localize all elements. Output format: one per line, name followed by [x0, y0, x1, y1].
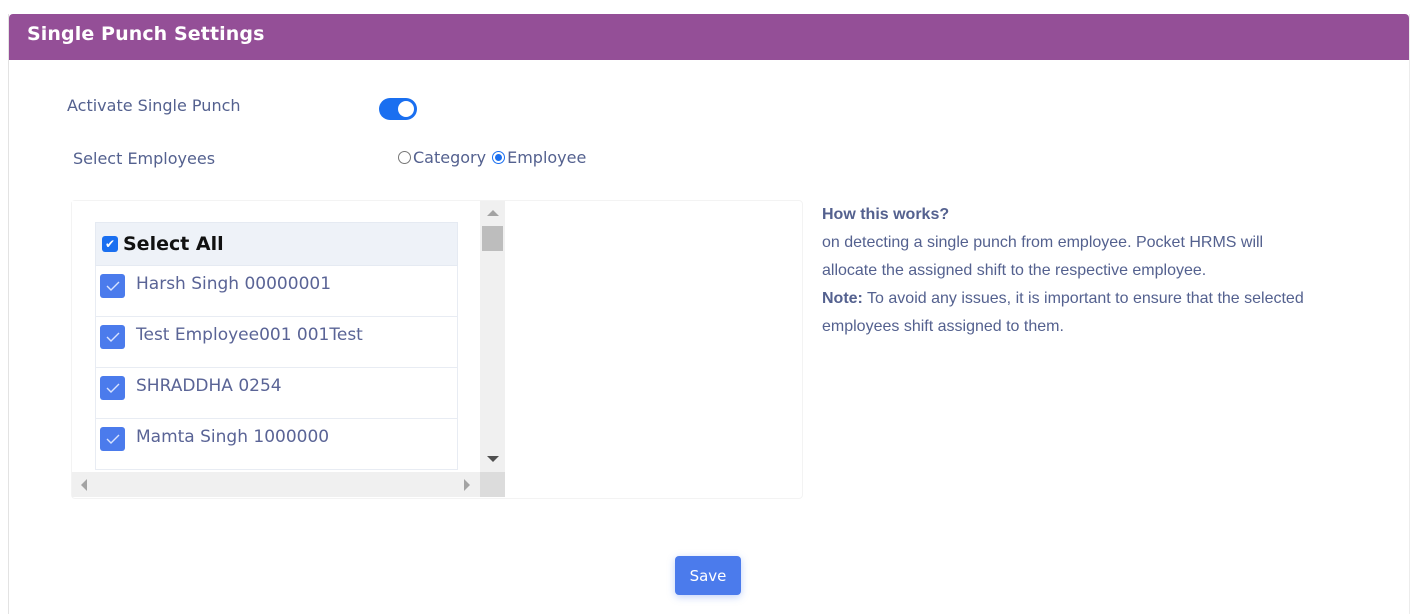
- horizontal-scrollbar[interactable]: [72, 472, 480, 497]
- activate-single-punch-toggle[interactable]: [379, 98, 417, 120]
- list-item[interactable]: Harsh Singh 00000001: [95, 266, 458, 317]
- how-it-works-heading: How this works?: [822, 206, 950, 223]
- vertical-scroll-thumb[interactable]: [482, 226, 503, 251]
- employee-checkbox[interactable]: [100, 274, 125, 298]
- category-radio-label[interactable]: Category: [413, 148, 486, 167]
- list-item[interactable]: SHRADDHA 0254: [95, 368, 458, 419]
- card-header: Single Punch Settings: [9, 14, 1409, 60]
- category-radio[interactable]: [398, 151, 411, 164]
- employee-checkbox[interactable]: [100, 427, 125, 451]
- check-icon: [106, 383, 119, 393]
- employee-checkbox[interactable]: [100, 325, 125, 349]
- employee-name: Test Employee001 001Test: [136, 325, 363, 345]
- note-text: To avoid any issues, it is important to …: [862, 290, 1304, 307]
- note-label: Note:: [822, 290, 863, 307]
- employee-name: Harsh Singh 00000001: [136, 274, 332, 294]
- scrollbar-corner: [480, 472, 505, 497]
- scroll-up-arrow-icon[interactable]: [487, 210, 499, 216]
- info-line-2: allocate the assigned shift to the respe…: [822, 262, 1207, 279]
- activate-single-punch-label: Activate Single Punch: [67, 96, 241, 115]
- how-it-works-panel: How this works? on detecting a single pu…: [822, 201, 1382, 341]
- select-all-row[interactable]: ✔ Select All: [95, 222, 458, 266]
- employee-list-box: ✔ Select All Harsh Singh 00000001 Test E…: [71, 200, 803, 499]
- note-line-2: employees shift assigned to them.: [822, 318, 1064, 335]
- save-button[interactable]: Save: [675, 556, 741, 595]
- list-item[interactable]: Mamta Singh 1000000: [95, 419, 458, 470]
- vertical-scrollbar[interactable]: [480, 201, 505, 472]
- info-line-1: on detecting a single punch from employe…: [822, 234, 1264, 251]
- employee-list: ✔ Select All Harsh Singh 00000001 Test E…: [72, 201, 480, 472]
- page-title: Single Punch Settings: [27, 23, 265, 45]
- employee-checkbox[interactable]: [100, 376, 125, 400]
- check-icon: [106, 281, 119, 291]
- selection-mode-radio-group: Category Employee: [398, 148, 592, 167]
- scroll-down-arrow-icon[interactable]: [487, 456, 499, 462]
- scroll-right-arrow-icon[interactable]: [464, 479, 470, 491]
- employee-radio-label[interactable]: Employee: [507, 148, 586, 167]
- employee-name: Mamta Singh 1000000: [136, 427, 330, 447]
- check-icon: [106, 434, 119, 444]
- employee-name: SHRADDHA 0254: [136, 376, 282, 396]
- select-all-checkbox[interactable]: ✔: [102, 236, 118, 252]
- check-icon: [106, 332, 119, 342]
- select-employees-label: Select Employees: [73, 149, 216, 168]
- scroll-left-arrow-icon[interactable]: [81, 479, 87, 491]
- list-item[interactable]: Test Employee001 001Test: [95, 317, 458, 368]
- select-all-label: Select All: [123, 233, 224, 255]
- employee-radio[interactable]: [492, 151, 506, 164]
- toggle-knob: [398, 101, 414, 117]
